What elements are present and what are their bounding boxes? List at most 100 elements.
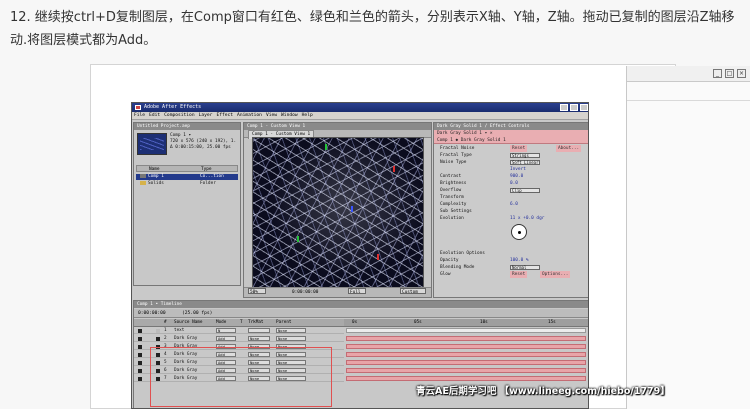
fx-prop-brightness[interactable]: Brightness 0.0: [436, 180, 588, 187]
timeline-column-trkmat[interactable]: TrkMat: [248, 319, 264, 327]
project-item-solids[interactable]: Solids Folder: [136, 181, 238, 187]
x-axis-arrow-icon[interactable]: [377, 254, 379, 260]
project-panel-title: Untitled Project.aep: [134, 123, 240, 130]
layer-name[interactable]: Dark Gray: [174, 336, 197, 342]
fx-prop-dropdown[interactable]: Clip: [510, 188, 540, 193]
layer-duration-bar[interactable]: [346, 376, 586, 381]
fx-prop-label: Overflow: [440, 188, 462, 193]
fx-prop-sub-settings[interactable]: Sub Settings: [436, 208, 588, 215]
time-ruler[interactable]: 0s 05s 10s 15s: [344, 319, 588, 327]
ae-close-icon[interactable]: [580, 104, 588, 111]
effect-controls-title: Dark Gray Solid 1 / Effect Controls: [434, 123, 588, 130]
fx-prop-overflow[interactable]: Overflow Clip: [436, 187, 588, 194]
menu-view[interactable]: View: [264, 112, 279, 120]
fx-prop-dropdown[interactable]: Normal: [510, 265, 540, 270]
menu-layer[interactable]: Layer: [197, 112, 215, 120]
project-item-comp[interactable]: Comp 1 Co...tion: [136, 174, 238, 180]
fx-prop-blending-mode[interactable]: Blending Mode Normal: [436, 264, 588, 271]
fx-prop-label: Brightness: [440, 181, 467, 186]
fx-prop-label: Fractal Type: [440, 153, 472, 158]
layer-mode-select[interactable]: Add: [216, 336, 236, 341]
layer-duration-bar[interactable]: [346, 368, 586, 373]
layer-duration-bar[interactable]: [346, 336, 586, 341]
layer-name[interactable]: text: [174, 328, 184, 334]
ae-minimize-icon[interactable]: [560, 104, 568, 111]
fx-prop-value[interactable]: 0.0: [510, 180, 518, 187]
fx-reset-button[interactable]: Reset: [510, 145, 528, 152]
eye-icon[interactable]: [138, 345, 142, 349]
eye-icon[interactable]: [138, 361, 142, 365]
layer-duration-bar[interactable]: [346, 352, 586, 357]
maximize-button[interactable]: □: [725, 69, 734, 78]
menu-composition[interactable]: Composition: [162, 112, 196, 120]
menu-file[interactable]: File: [132, 112, 147, 120]
timeline-current-time[interactable]: 0:00:00:00: [138, 309, 166, 318]
fx-reset-button[interactable]: Reset: [510, 271, 528, 278]
ruler-tick-label: 0s: [352, 320, 358, 325]
evolution-dial[interactable]: [511, 224, 527, 240]
comp-canvas[interactable]: [252, 137, 424, 289]
fx-prop-label: Contrast: [440, 174, 462, 179]
timeline-column-parent[interactable]: Parent: [276, 319, 292, 327]
fx-prop-dropdown[interactable]: Soft Linear: [510, 160, 540, 165]
fx-about-button[interactable]: About...: [556, 145, 582, 152]
eye-icon[interactable]: [138, 369, 142, 373]
layer-duration-bar[interactable]: [346, 328, 586, 333]
y-axis-arrow-icon[interactable]: [297, 236, 299, 242]
resolution-value: Full: [350, 290, 361, 295]
layer-mode-select[interactable]: N: [216, 328, 236, 333]
timeline-layer-row[interactable]: 2 Dark Gray Add None None: [134, 336, 344, 342]
minimize-button[interactable]: _: [713, 69, 722, 78]
effect-layer-select[interactable]: Dark Gray Solid 1 ▾ ✕: [437, 130, 588, 137]
close-button[interactable]: ×: [737, 69, 746, 78]
timeline-column-t: T: [240, 320, 243, 325]
timeline-layer-row[interactable]: 1 text N None: [134, 328, 344, 334]
y-axis-arrow-icon[interactable]: [325, 144, 327, 150]
fx-glow[interactable]: Glow Reset Options...: [436, 271, 588, 278]
layer-trkmat-select[interactable]: None: [248, 336, 270, 341]
fx-prop-fractal-type[interactable]: Fractal Type Strings: [436, 152, 588, 159]
project-item-name: Comp 1: [148, 174, 164, 179]
menu-help[interactable]: Help: [300, 112, 315, 120]
project-item-type: Folder: [200, 181, 216, 186]
layer-trkmat-select[interactable]: [248, 328, 270, 333]
x-axis-arrow-icon[interactable]: [393, 166, 395, 172]
fx-prop-noise-type[interactable]: Noise Type Soft Linear: [436, 159, 588, 166]
fx-prop-invert[interactable]: Invert: [436, 166, 588, 173]
project-column-name[interactable]: Name: [149, 166, 160, 173]
timeline-column-name[interactable]: Source Name: [174, 319, 202, 327]
fx-prop-transform[interactable]: Transform: [436, 194, 588, 201]
menu-animation[interactable]: Animation: [235, 112, 264, 120]
layer-parent-select[interactable]: None: [276, 328, 306, 333]
layer-parent-select[interactable]: None: [276, 336, 306, 341]
fx-prop-value[interactable]: 11 x +0.0 dgr: [510, 215, 544, 222]
ae-maximize-icon[interactable]: [570, 104, 578, 111]
eye-icon[interactable]: [138, 337, 142, 341]
effect-controls-header: Dark Gray Solid 1 ▾ ✕ Comp 1 ◆ Dark Gray…: [434, 130, 588, 144]
layer-duration-bar[interactable]: [346, 360, 586, 365]
fx-fractal-noise[interactable]: Fractal Noise Reset About...: [436, 145, 588, 152]
fx-prop-value[interactable]: 100.0 %: [510, 257, 529, 264]
fx-prop-opacity[interactable]: Opacity 100.0 %: [436, 257, 588, 264]
eye-icon[interactable]: [138, 353, 142, 357]
menu-edit[interactable]: Edit: [147, 112, 162, 120]
fx-prop-value[interactable]: 900.0: [510, 173, 523, 180]
fx-prop-complexity[interactable]: Complexity 6.0: [436, 201, 588, 208]
fx-prop-label: Transform: [440, 195, 464, 200]
fx-prop-evolution[interactable]: Evolution 11 x +0.0 dgr: [436, 215, 588, 222]
fx-prop-contrast[interactable]: Contrast 900.0: [436, 173, 588, 180]
fx-options-button[interactable]: Options...: [540, 271, 571, 278]
menu-effect[interactable]: Effect: [214, 112, 235, 120]
eye-icon[interactable]: [138, 329, 142, 333]
project-column-type[interactable]: Type: [201, 166, 212, 173]
timeline-column-mode[interactable]: Mode: [216, 319, 226, 327]
fx-prop-dropdown[interactable]: Strings: [510, 153, 540, 158]
layer-duration-bar[interactable]: [346, 344, 586, 349]
fx-prop-checkbox[interactable]: Invert: [510, 166, 526, 173]
eye-icon[interactable]: [138, 377, 142, 381]
fx-prop-evolution-options[interactable]: Evolution Options: [436, 250, 588, 257]
menu-window[interactable]: Window: [279, 112, 300, 120]
fx-prop-value[interactable]: 6.0: [510, 201, 518, 208]
z-axis-arrow-icon[interactable]: [351, 206, 353, 212]
background-window: _ □ ×: [626, 66, 750, 409]
